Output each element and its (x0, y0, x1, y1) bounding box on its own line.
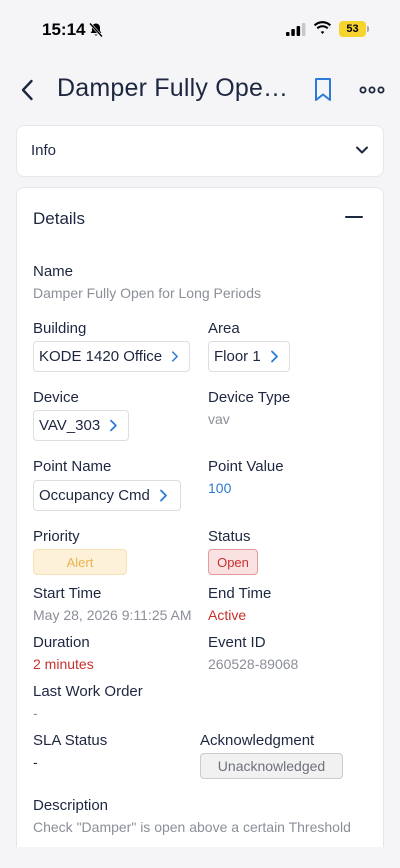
details-section-title: Details (33, 209, 85, 228)
last-work-order-value: - (33, 705, 38, 721)
chevron-right-icon (110, 419, 117, 432)
building-label: Building (33, 320, 87, 337)
event-id-value: 260528-89068 (208, 656, 299, 672)
details-section: Details Name Damper Fully Open for Long … (16, 187, 384, 847)
point-name-value: Occupancy Cmd (39, 487, 150, 504)
more-icon (359, 86, 385, 94)
acknowledgment-label: Acknowledgment (200, 732, 315, 749)
priority-badge: Alert (33, 549, 127, 575)
device-value: VAV_303 (39, 417, 101, 434)
status-label: Status (208, 528, 251, 545)
description-value: Check "Damper" is open above a certain T… (33, 819, 351, 835)
minus-icon (345, 216, 363, 218)
status-time: 15:14 (42, 20, 86, 39)
chevron-right-icon (270, 350, 278, 363)
bell-slash-icon (89, 22, 103, 38)
description-label: Description (33, 797, 109, 814)
start-time-label: Start Time (33, 585, 102, 602)
point-value-value: 100 (208, 480, 232, 496)
priority-label: Priority (33, 528, 80, 545)
bookmark-button[interactable] (311, 76, 335, 104)
end-time-value: Active (208, 607, 247, 623)
duration-value: 2 minutes (33, 656, 94, 672)
acknowledgment-badge[interactable]: Unacknowledged (200, 753, 343, 779)
point-name-label: Point Name (33, 458, 112, 475)
status-badge: Open (208, 549, 258, 575)
last-work-order-label: Last Work Order (33, 683, 143, 700)
event-id-label: Event ID (208, 634, 266, 651)
info-section-title: Info (31, 142, 57, 159)
end-time-label: End Time (208, 585, 272, 602)
sla-status-value: - (33, 754, 38, 770)
point-name-link[interactable]: Occupancy Cmd (33, 480, 181, 511)
area-link[interactable]: Floor 1 (208, 341, 290, 372)
device-type-value: vav (208, 411, 230, 427)
status-bar: 15:14 53 (0, 0, 400, 56)
device-label: Device (33, 389, 79, 406)
battery-level: 53 (339, 21, 366, 37)
building-link[interactable]: KODE 1420 Office (33, 341, 190, 372)
battery-icon: 53 (339, 21, 369, 37)
bookmark-icon (315, 78, 331, 101)
building-value: KODE 1420 Office (39, 348, 163, 365)
signal-icon (286, 23, 306, 36)
name-value: Damper Fully Open for Long Periods (33, 285, 261, 301)
collapse-button[interactable] (345, 208, 363, 226)
area-label: Area (208, 320, 240, 337)
page-title: Damper Fully Open... (57, 74, 297, 102)
chevron-right-icon (172, 351, 179, 362)
chevron-down-icon (356, 146, 368, 154)
start-time-value: May 28, 2026 9:11:25 AM (33, 607, 192, 623)
chevron-left-icon (21, 79, 33, 101)
more-options-button[interactable] (358, 80, 386, 100)
header: Damper Fully Open... (0, 62, 400, 118)
area-value: Floor 1 (214, 348, 261, 365)
back-button[interactable] (14, 76, 40, 104)
sla-status-label: SLA Status (33, 732, 108, 749)
point-value-label: Point Value (208, 458, 284, 475)
device-type-label: Device Type (208, 389, 291, 406)
name-label: Name (33, 263, 74, 280)
info-section[interactable]: Info (16, 125, 384, 177)
wifi-icon (313, 21, 332, 34)
duration-label: Duration (33, 634, 90, 651)
chevron-right-icon (159, 489, 167, 502)
device-link[interactable]: VAV_303 (33, 410, 129, 441)
